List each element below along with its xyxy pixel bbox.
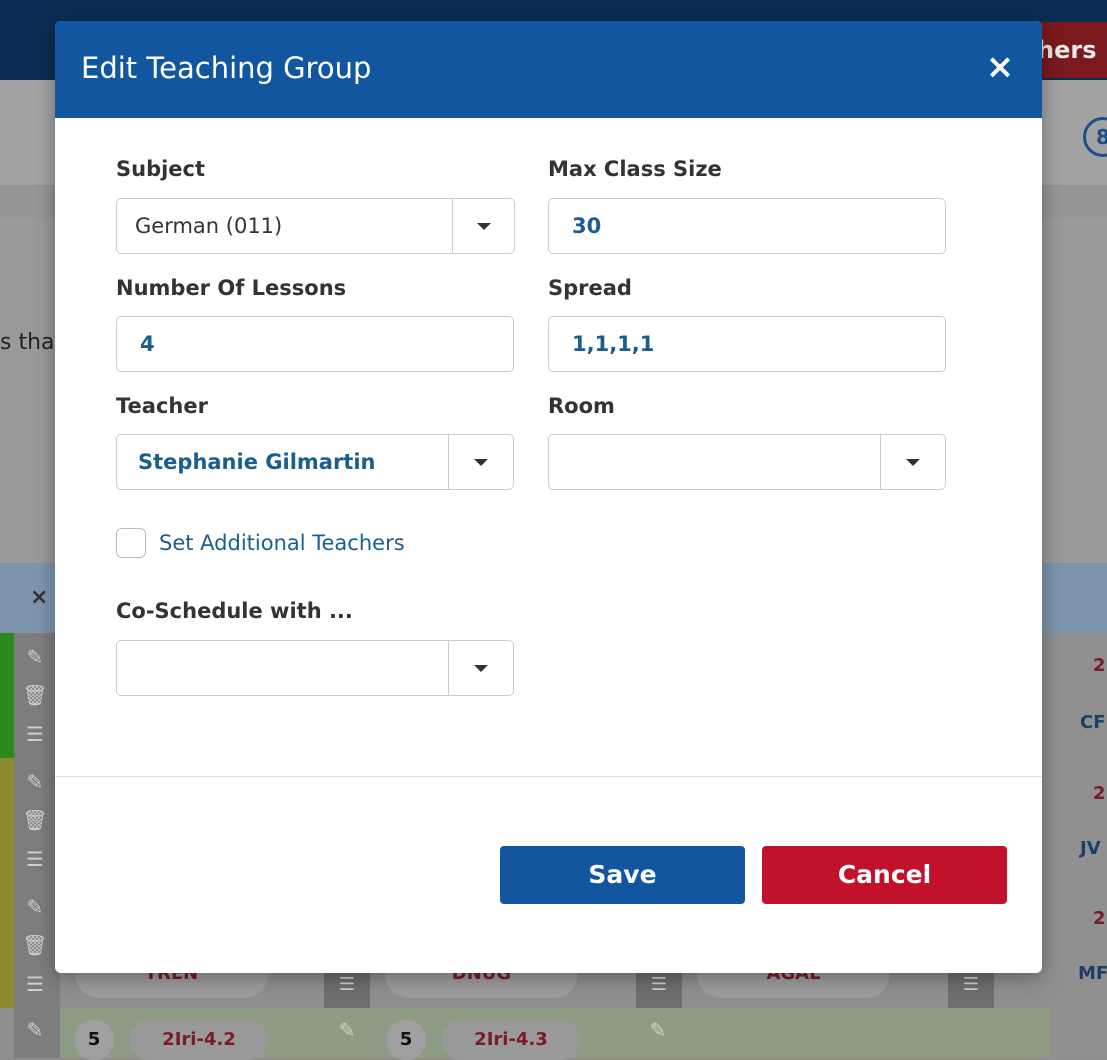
right-label: JV [1080, 838, 1101, 859]
trash-icon[interactable]: 🗑 [20, 808, 50, 832]
additional-teachers-checkbox[interactable] [116, 528, 146, 558]
max-class-size-input[interactable]: 30 [548, 198, 946, 254]
edit-teaching-group-dialog: Edit Teaching Group × Subject German (01… [55, 21, 1042, 973]
select-divider [880, 435, 881, 489]
select-divider [452, 199, 453, 253]
pencil-icon[interactable]: ✎ [20, 770, 50, 794]
chevron-down-icon[interactable] [474, 665, 488, 672]
list-icon[interactable]: ☰ [20, 972, 50, 996]
pencil-icon[interactable]: ✎ [643, 1018, 673, 1042]
spread-input[interactable]: 1,1,1,1 [548, 316, 946, 372]
subject-label: Subject [116, 157, 206, 181]
max-class-size-label: Max Class Size [548, 157, 722, 181]
spread-value: 1,1,1,1 [572, 332, 655, 356]
list-icon[interactable]: ☰ [20, 847, 50, 871]
close-icon[interactable]: × [30, 585, 48, 610]
group-cell[interactable]: 2Iri-4.3 [442, 1020, 580, 1060]
chevron-down-icon[interactable] [474, 459, 488, 466]
select-divider [448, 435, 449, 489]
teacher-value: Stephanie Gilmartin [138, 450, 376, 474]
row-color-marker [0, 633, 14, 758]
row-color-marker [0, 758, 14, 1008]
dialog-header: Edit Teaching Group × [55, 21, 1042, 118]
close-icon[interactable]: × [980, 47, 1020, 87]
count-badge: 5 [386, 1020, 426, 1060]
right-label: MF [1078, 963, 1107, 984]
subject-value: German (011) [135, 214, 283, 238]
list-icon[interactable]: ☰ [20, 722, 50, 746]
group-cell[interactable]: 2Iri-4.2 [130, 1020, 268, 1060]
cancel-button[interactable]: Cancel [762, 846, 1007, 904]
number-of-lessons-label: Number Of Lessons [116, 276, 347, 300]
right-badge: 2 [1093, 655, 1106, 676]
chevron-down-icon[interactable] [906, 459, 920, 466]
room-select[interactable] [548, 434, 946, 490]
pencil-icon[interactable]: ✎ [20, 895, 50, 919]
number-of-lessons-value: 4 [140, 332, 155, 356]
select-divider [448, 641, 449, 695]
teacher-label: Teacher [116, 394, 208, 418]
right-badge: 2 [1093, 783, 1106, 804]
trash-icon[interactable]: 🗑 [20, 683, 50, 707]
co-schedule-select[interactable] [116, 640, 514, 696]
header-tab[interactable]: hers [1031, 22, 1107, 78]
right-badge: 2 [1093, 908, 1106, 929]
number-of-lessons-input[interactable]: 4 [116, 316, 514, 372]
teacher-select[interactable]: Stephanie Gilmartin [116, 434, 514, 490]
pencil-icon[interactable]: ✎ [332, 1018, 362, 1042]
dialog-title: Edit Teaching Group [81, 51, 372, 85]
spread-label: Spread [548, 276, 632, 300]
count-badge: 5 [74, 1020, 114, 1060]
trash-icon[interactable]: 🗑 [20, 933, 50, 957]
room-label: Room [548, 394, 615, 418]
right-label: CF [1080, 712, 1106, 733]
footer-divider [55, 776, 1042, 777]
pencil-icon[interactable]: ✎ [20, 1018, 50, 1042]
save-button[interactable]: Save [500, 846, 745, 904]
subject-select[interactable]: German (011) [116, 198, 515, 254]
chevron-down-icon[interactable] [477, 223, 491, 230]
max-class-size-value: 30 [572, 214, 602, 238]
co-schedule-label: Co-Schedule with ... [116, 599, 353, 623]
pencil-icon[interactable]: ✎ [20, 645, 50, 669]
additional-teachers-label[interactable]: Set Additional Teachers [159, 531, 405, 555]
